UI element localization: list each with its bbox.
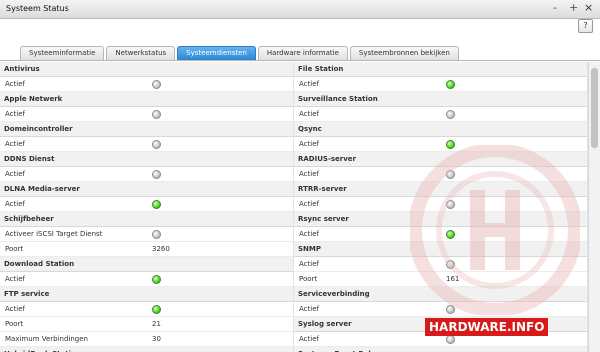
service-row: Actief <box>0 77 293 92</box>
section-header-snmp: SNMP <box>294 242 587 257</box>
service-row: Actief <box>294 167 587 182</box>
service-row: Actief <box>294 257 587 272</box>
service-row-label: Actief <box>299 260 319 268</box>
service-row-label: Actief <box>299 200 319 208</box>
status-off-icon <box>152 230 161 239</box>
service-row-label: Actief <box>5 80 25 88</box>
status-off-icon <box>446 110 455 119</box>
status-on-icon <box>446 80 455 89</box>
service-row: Actief <box>0 302 293 317</box>
section-header-dlna-media-server: DLNA Media-server <box>0 182 293 197</box>
section-header-rsync-server: Rsync server <box>294 212 587 227</box>
service-row: Poort 161 <box>294 272 587 287</box>
service-row-label: Actief <box>299 140 319 148</box>
service-row-label: Actief <box>5 110 25 118</box>
tab-bar: Systeeminformatie Netwerkstatus Systeemdie… <box>20 46 459 61</box>
service-row: Maximum Verbindingen 30 <box>0 332 293 347</box>
section-header-serviceverbinding: Serviceverbinding <box>294 287 587 302</box>
status-off-icon <box>152 110 161 119</box>
section-header-qsync: Qsync <box>294 122 587 137</box>
watermark-text: HARDWARE.INFO <box>425 318 549 336</box>
service-row: Actief <box>294 302 587 317</box>
status-off-icon <box>446 305 455 314</box>
service-row-label: Actief <box>5 275 25 283</box>
status-off-icon <box>446 170 455 179</box>
section-header-file-station: File Station <box>294 62 587 77</box>
service-row-label: Actief <box>5 170 25 178</box>
status-on-icon <box>446 230 455 239</box>
status-off-icon <box>152 170 161 179</box>
status-off-icon <box>152 140 161 149</box>
section-header-rtrr-server: RTRR-server <box>294 182 587 197</box>
section-header-systeem-poort-beheer: Systeem Poort Beheer <box>294 347 587 352</box>
status-off-icon <box>446 200 455 209</box>
service-row-label: Poort <box>5 245 24 253</box>
section-header-apple-netwerk: Apple Netwerk <box>0 92 293 107</box>
service-row-label: Actief <box>299 305 319 313</box>
service-row-value: 161 <box>446 275 460 283</box>
service-row-label: Poort <box>299 275 318 283</box>
service-row: Poort 21 <box>0 317 293 332</box>
service-row: Actief <box>294 107 587 122</box>
minimize-icon[interactable]: - <box>553 2 557 14</box>
window-title: Systeem Status <box>6 4 69 13</box>
service-row: Actief <box>0 197 293 212</box>
service-row: Actief <box>0 167 293 182</box>
scrollbar-thumb[interactable] <box>591 68 598 148</box>
services-column-left: Antivirus Actief Apple Netwerk Actief Domein… <box>0 62 294 352</box>
section-header-ddns-dienst: DDNS Dienst <box>0 152 293 167</box>
tab-systeeminformatie[interactable]: Systeeminformatie <box>20 46 105 60</box>
section-header-antivirus: Antivirus <box>0 62 293 77</box>
help-button[interactable]: ? <box>578 19 593 33</box>
service-row-label: Activeer iSCSI Target Dienst <box>5 230 103 238</box>
title-bar: Systeem Status - + × <box>0 0 600 19</box>
service-row-label: Actief <box>5 305 25 313</box>
status-off-icon <box>446 335 455 344</box>
vertical-scrollbar[interactable] <box>588 62 600 352</box>
status-off-icon <box>152 80 161 89</box>
section-header-domeincontroller: Domeincontroller <box>0 122 293 137</box>
section-header-schijfbeheer: Schijfbeheer <box>0 212 293 227</box>
status-on-icon <box>152 275 161 284</box>
close-icon[interactable]: × <box>584 2 593 14</box>
tab-systeembronnen-bekijken[interactable]: Systeembronnen bekijken <box>349 46 459 60</box>
service-row: Actief <box>294 197 587 212</box>
service-row: Poort 3260 <box>0 242 293 257</box>
service-row: Actief <box>294 77 587 92</box>
service-row-value: 3260 <box>152 245 170 253</box>
tab-netwerkstatus[interactable]: Netwerkstatus <box>106 46 176 60</box>
status-on-icon <box>446 140 455 149</box>
service-row: Actief <box>294 227 587 242</box>
section-header-ftp-service: FTP service <box>0 287 293 302</box>
section-header-radius-server: RADIUS-server <box>294 152 587 167</box>
status-on-icon <box>152 200 161 209</box>
service-row: Actief <box>0 137 293 152</box>
tab-divider <box>0 60 600 61</box>
status-off-icon <box>446 260 455 269</box>
service-row-label: Actief <box>299 170 319 178</box>
section-header-surveillance-station: Surveillance Station <box>294 92 587 107</box>
service-row-label: Maximum Verbindingen <box>5 335 88 343</box>
service-row-value: 21 <box>152 320 161 328</box>
service-row: Activeer iSCSI Target Dienst <box>0 227 293 242</box>
service-row-label: Actief <box>299 230 319 238</box>
service-row: Actief <box>0 272 293 287</box>
service-row: Actief <box>0 107 293 122</box>
service-row-label: Actief <box>299 80 319 88</box>
section-header-download-station: Download Station <box>0 257 293 272</box>
service-row-label: Actief <box>5 140 25 148</box>
service-row-value: 30 <box>152 335 161 343</box>
service-row-label: Actief <box>299 335 319 343</box>
maximize-icon[interactable]: + <box>569 2 578 14</box>
services-panel: Antivirus Actief Apple Netwerk Actief Domein… <box>0 62 588 352</box>
service-row-label: Poort <box>5 320 24 328</box>
tab-hardware-informatie[interactable]: Hardware informatie <box>257 46 348 60</box>
tab-systeemdiensten[interactable]: Systeemdiensten <box>177 46 256 60</box>
services-column-right: File Station Actief Surveillance Station Ac… <box>294 62 588 352</box>
service-row-label: Actief <box>5 200 25 208</box>
section-header-hybriddesk-station: HybridDesk Station <box>0 347 293 352</box>
status-on-icon <box>152 305 161 314</box>
service-row-label: Actief <box>299 110 319 118</box>
service-row: Actief <box>294 137 587 152</box>
